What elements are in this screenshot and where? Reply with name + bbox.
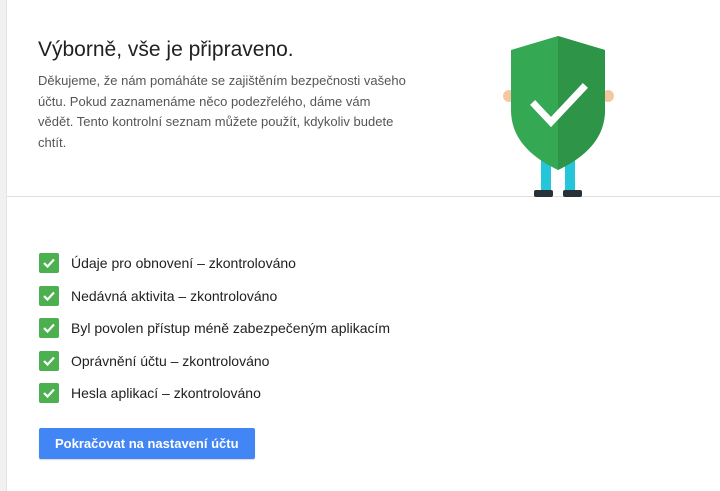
checklist-item-app-passwords: Hesla aplikací – zkontrolováno: [39, 382, 390, 404]
header-section: Výborně, vše je připraveno. Děkujeme, že…: [7, 0, 720, 197]
checkbox-checked-icon: [39, 253, 59, 273]
checklist: Údaje pro obnovení – zkontrolováno Nedáv…: [39, 252, 390, 415]
shield-check-person-icon: [503, 36, 614, 197]
checkbox-checked-icon: [39, 318, 59, 338]
continue-to-settings-button[interactable]: Pokračovat na nastavení účtu: [39, 428, 255, 459]
checklist-label: Oprávnění účtu – zkontrolováno: [71, 352, 270, 369]
security-checkup-card: Výborně, vše je připraveno. Děkujeme, že…: [6, 0, 720, 491]
checkbox-checked-icon: [39, 383, 59, 403]
checklist-label: Nedávná aktivita – zkontrolováno: [71, 287, 278, 304]
checklist-item-permissions: Oprávnění účtu – zkontrolováno: [39, 350, 390, 372]
checklist-item-activity: Nedávná aktivita – zkontrolováno: [39, 285, 390, 307]
page-title: Výborně, vše je připraveno.: [38, 38, 294, 61]
checkbox-checked-icon: [39, 285, 59, 306]
checklist-label: Údaje pro obnovení – zkontrolováno: [71, 255, 296, 271]
checklist-label: Byl povolen přístup méně zabezpečeným ap…: [71, 320, 391, 336]
checklist-label: Hesla aplikací – zkontrolováno: [71, 385, 261, 401]
page-description: Děkujeme, že nám pomáháte se zajištěním …: [38, 73, 406, 150]
checkbox-checked-icon: [39, 350, 59, 371]
checklist-item-less-secure-apps: Byl povolen přístup méně zabezpečeným ap…: [39, 317, 390, 339]
checklist-item-recovery: Údaje pro obnovení – zkontrolováno: [39, 252, 390, 274]
